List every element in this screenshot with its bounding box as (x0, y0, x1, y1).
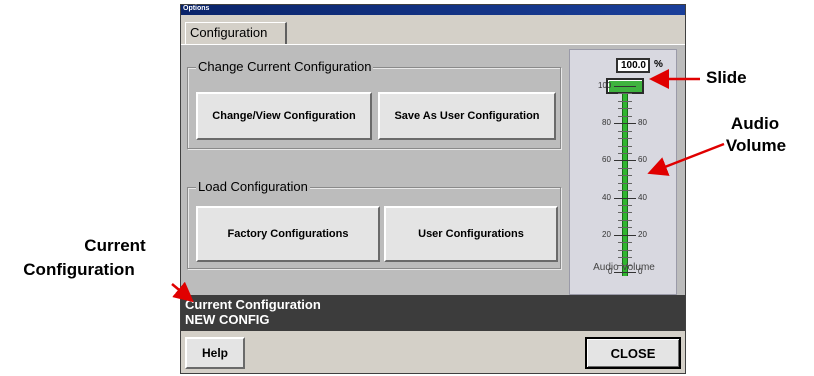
current-configuration-arrow (171, 281, 194, 303)
annotation-arrows (171, 69, 725, 303)
audio-volume-arrow (647, 142, 725, 176)
